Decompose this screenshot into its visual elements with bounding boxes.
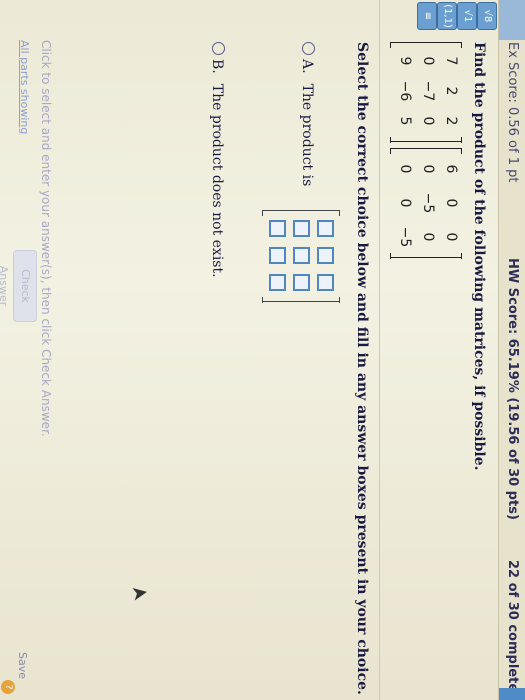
matrix-a-cell: 0 bbox=[420, 56, 436, 66]
answer-box[interactable] bbox=[293, 220, 310, 237]
save-button[interactable]: Save bbox=[16, 652, 29, 679]
matrix-a-cell: 9 bbox=[397, 56, 413, 66]
answer-box[interactable] bbox=[317, 274, 334, 291]
footer-hint: Click to select and enter your answer(s)… bbox=[39, 40, 53, 437]
screen: Ex Score: 0.56 of 1 pt HW Score: 65.19% … bbox=[0, 0, 525, 700]
answer-box[interactable] bbox=[317, 220, 334, 237]
matrix-tool-icon[interactable]: (1,1) bbox=[437, 2, 457, 30]
choice-b-letter: B. bbox=[209, 59, 225, 74]
radio-b[interactable] bbox=[212, 42, 225, 55]
answer-box[interactable] bbox=[293, 274, 310, 291]
homework-score: HW Score: 65.19% (19.56 of 30 pts) bbox=[505, 258, 520, 520]
matrix-b-cell: 0 bbox=[420, 232, 436, 242]
question-prompt: Find the product of the following matric… bbox=[471, 42, 487, 471]
score-header: Ex Score: 0.56 of 1 pt HW Score: 65.19% … bbox=[498, 0, 525, 700]
more-tools-icon[interactable]: ≡ bbox=[417, 2, 437, 30]
matrix-a-cell: 0 bbox=[420, 116, 436, 126]
answer-box[interactable] bbox=[293, 247, 310, 264]
instruction-text: Select the correct choice below and fill… bbox=[354, 42, 370, 695]
choice-b[interactable]: B. The product does not exist. bbox=[209, 42, 225, 278]
matrix-b-cell: −5 bbox=[420, 192, 436, 214]
sqrt-tool-icon[interactable]: √8 bbox=[477, 2, 497, 30]
menu-corner-icon[interactable] bbox=[499, 688, 525, 700]
exercise-score: Ex Score: 0.56 of 1 pt bbox=[505, 42, 520, 183]
matrix-b-cell: 6 bbox=[443, 164, 459, 174]
matrix-b-cell: 0 bbox=[397, 198, 413, 208]
matrix-b-cell: 0 bbox=[420, 164, 436, 174]
progress-count: 22 of 30 complete bbox=[505, 560, 520, 693]
answer-box[interactable] bbox=[269, 247, 286, 264]
mouse-cursor-icon: ➤ bbox=[129, 579, 150, 606]
answer-box[interactable] bbox=[317, 247, 334, 264]
choice-a[interactable]: A. The product is bbox=[299, 42, 315, 186]
choice-b-text: The product does not exist. bbox=[209, 83, 225, 278]
matrix-b-cell: 0 bbox=[397, 164, 413, 174]
matrix-b-cell: −5 bbox=[397, 226, 413, 248]
matrix-a-cell: 2 bbox=[443, 116, 459, 126]
matrix-a: 7 2 2 0 −7 0 9 −6 5 bbox=[391, 42, 461, 142]
choice-a-letter: A. bbox=[299, 59, 315, 74]
answer-matrix bbox=[263, 210, 339, 302]
matrix-b-cell: 0 bbox=[443, 232, 459, 242]
answer-box[interactable] bbox=[269, 220, 286, 237]
matrix-a-cell: 7 bbox=[443, 56, 459, 66]
choice-a-text: The product is bbox=[299, 83, 315, 187]
matrix-a-cell: 2 bbox=[443, 86, 459, 96]
check-answer-button[interactable]: Check Answer bbox=[0, 250, 37, 322]
answer-box[interactable] bbox=[269, 274, 286, 291]
matrix-a-cell: −6 bbox=[397, 80, 413, 102]
matrix-a-cell: 5 bbox=[397, 116, 413, 126]
radio-a[interactable] bbox=[302, 42, 315, 55]
matrix-b-cell: 0 bbox=[443, 198, 459, 208]
math-toolbar: √8 √1 (1,1) ≡ bbox=[417, 0, 525, 30]
all-parts-link[interactable]: All parts showing bbox=[18, 40, 31, 134]
nth-root-tool-icon[interactable]: √1 bbox=[457, 2, 477, 30]
matrix-a-cell: −7 bbox=[420, 80, 436, 102]
section-divider bbox=[379, 0, 380, 700]
help-icon[interactable]: ? bbox=[1, 680, 15, 694]
matrix-b: 6 0 0 0 −5 0 0 0 −5 bbox=[391, 148, 461, 258]
